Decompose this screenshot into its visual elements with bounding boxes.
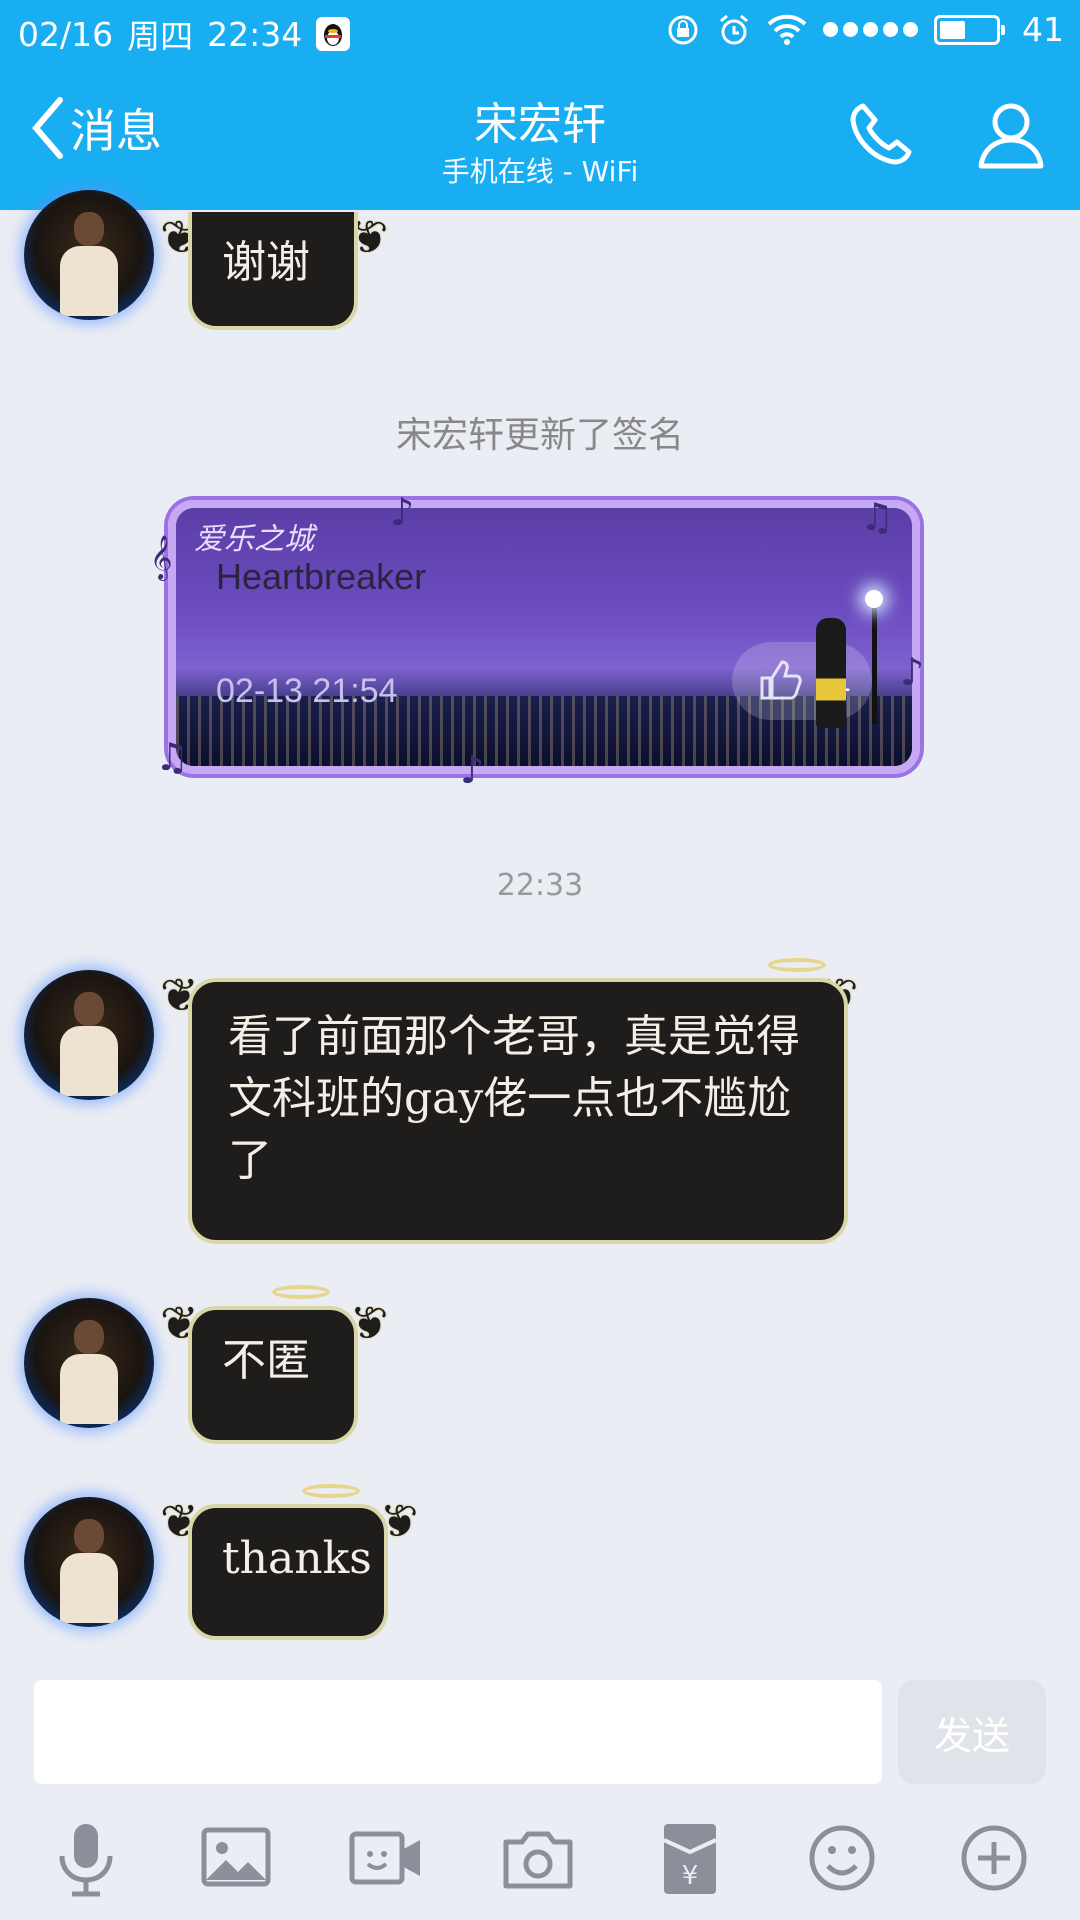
system-notice: 宋宏轩更新了签名 xyxy=(395,415,684,456)
music-note-icon: ♫ xyxy=(155,735,190,779)
contact-profile-icon[interactable] xyxy=(975,98,1047,170)
chevron-left-icon xyxy=(32,97,63,159)
avatar[interactable] xyxy=(24,190,154,320)
red-packet-icon[interactable]: ¥ xyxy=(652,1818,728,1898)
message-text: thanks xyxy=(222,1533,372,1584)
alarm-icon xyxy=(720,14,748,44)
music-note-icon: 𝄞 xyxy=(150,535,173,579)
avatar[interactable] xyxy=(24,1298,154,1428)
camera-icon[interactable] xyxy=(500,1818,576,1898)
emoji-icon[interactable] xyxy=(804,1818,880,1898)
avatar[interactable] xyxy=(24,1497,154,1627)
wifi-icon xyxy=(767,14,807,45)
halo-decoration xyxy=(272,1285,330,1299)
input-toolbar: ¥ xyxy=(0,1810,1080,1920)
microphone-icon[interactable] xyxy=(48,1818,124,1898)
image-icon[interactable] xyxy=(198,1818,274,1898)
message-input[interactable] xyxy=(34,1680,882,1784)
status-date: 02/16 xyxy=(18,14,114,54)
contact-status: 手机在线 - WiFi xyxy=(441,155,639,188)
message-text: 不匿 xyxy=(222,1335,310,1386)
back-label: 消息 xyxy=(70,104,162,158)
status-bar: 02/16 周四 22:34 41 xyxy=(0,0,1080,62)
signature-text: Heartbreaker xyxy=(216,556,427,597)
avatar[interactable] xyxy=(24,970,154,1100)
movie-logo: 爱乐之城 xyxy=(194,522,314,557)
top-bar: 02/16 周四 22:34 41 消息 宋宏轩 手机在线 - WiFi xyxy=(0,0,1080,210)
battery-icon xyxy=(934,14,1005,45)
message-bubble[interactable]: 谢谢 xyxy=(188,212,358,330)
video-call-icon[interactable] xyxy=(348,1818,424,1898)
music-note-icon: ♪ xyxy=(900,650,925,694)
status-time: 22:34 xyxy=(207,14,303,54)
message-text: 谢谢 xyxy=(222,237,310,288)
signature-card[interactable]: 爱乐之城 Heartbreaker 02-13 21:54 1 xyxy=(168,500,920,774)
halo-decoration xyxy=(302,1484,360,1498)
message-bubble[interactable]: 不匿 xyxy=(188,1306,358,1444)
message-bubble[interactable]: 看了前面那个老哥，真是觉得文科班的gay佬一点也不尴尬了 xyxy=(188,978,848,1244)
send-button[interactable]: 发送 xyxy=(898,1680,1046,1784)
music-note-icon: ♫ xyxy=(860,495,895,539)
battery-level: 41 xyxy=(1022,10,1064,49)
signal-strength-icon xyxy=(823,22,918,37)
thumbs-up-icon xyxy=(760,660,802,700)
message-bubble[interactable]: thanks xyxy=(188,1504,388,1640)
message-text: 看了前面那个老哥，真是觉得文科班的gay佬一点也不尴尬了 xyxy=(228,1011,800,1186)
back-button[interactable]: 消息 xyxy=(30,95,162,161)
like-button[interactable]: 1 xyxy=(732,642,872,720)
message-timestamp: 22:33 xyxy=(496,868,584,903)
street-lamp xyxy=(865,590,883,724)
svg-text:¥: ¥ xyxy=(682,1861,699,1891)
contact-name: 宋宏轩 xyxy=(474,99,606,150)
status-weekday: 周四 xyxy=(127,17,194,56)
music-note-icon: ♪ xyxy=(390,490,415,534)
rotation-lock-icon xyxy=(668,15,698,44)
signature-date: 02-13 21:54 xyxy=(216,672,398,710)
couple-silhouette xyxy=(816,618,846,728)
phone-call-icon[interactable] xyxy=(845,98,917,170)
plus-icon[interactable] xyxy=(956,1818,1032,1898)
halo-decoration xyxy=(768,958,826,972)
music-note-icon: ♪ xyxy=(460,748,485,792)
qq-penguin-icon xyxy=(316,17,351,51)
